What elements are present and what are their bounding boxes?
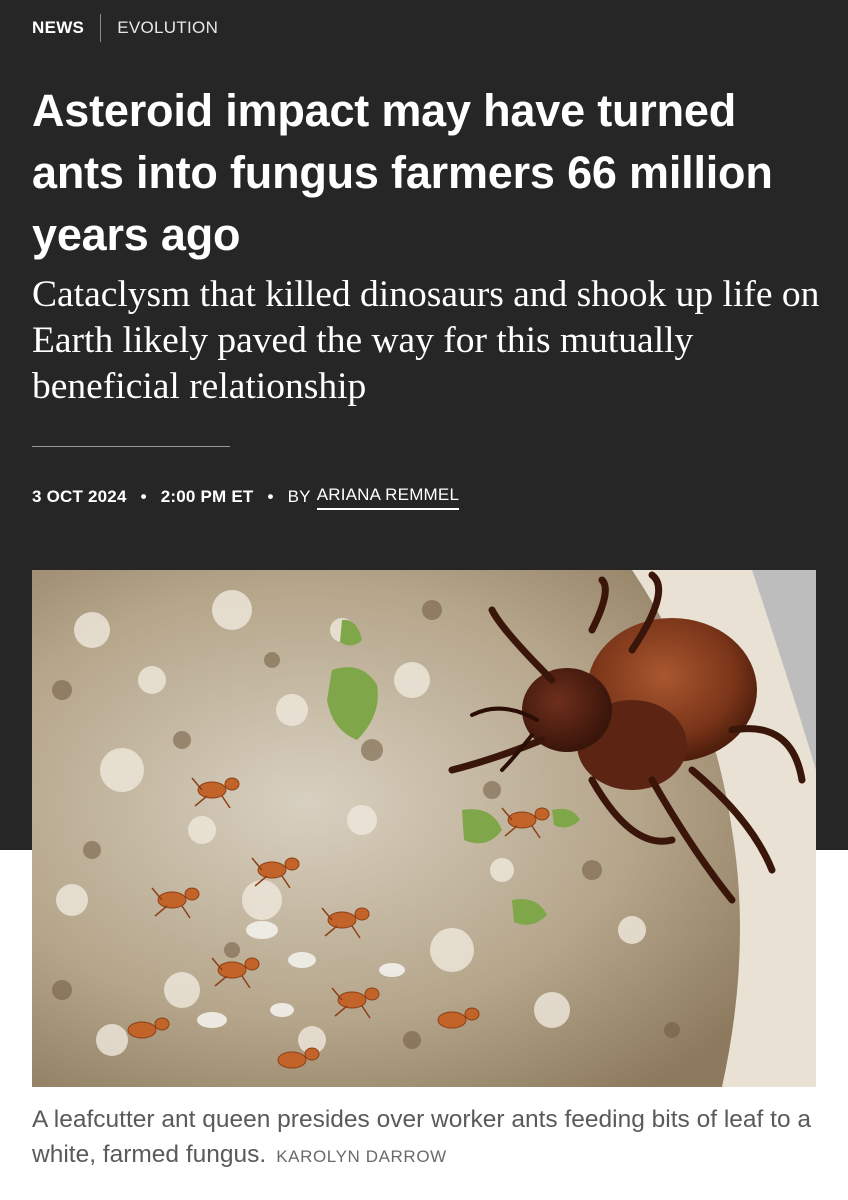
publish-time: 2:00 PM ET <box>160 487 254 506</box>
publish-date: 3 OCT 2024 <box>32 487 127 506</box>
breadcrumb-news-link[interactable]: NEWS <box>32 18 84 38</box>
meta-separator: • <box>140 487 147 506</box>
breadcrumb: NEWS EVOLUTION <box>32 14 218 42</box>
photo-credit: KAROLYN DARROW <box>276 1147 447 1166</box>
header-divider <box>32 446 230 447</box>
byline-prefix: BY <box>287 487 311 506</box>
leafcutter-ants-photo <box>32 570 816 1087</box>
breadcrumb-divider <box>100 14 102 42</box>
article-headline: Asteroid impact may have turned ants int… <box>32 85 773 260</box>
meta-separator: • <box>267 487 274 506</box>
breadcrumb-section-link[interactable]: EVOLUTION <box>117 18 218 38</box>
article-photo <box>32 570 816 1087</box>
article-meta: 3 OCT 2024 • 2:00 PM ET • BY ARIANA REMM… <box>32 484 460 510</box>
article-subheadline: Cataclysm that killed dinosaurs and shoo… <box>32 274 820 407</box>
author-link[interactable]: ARIANA REMMEL <box>316 485 460 510</box>
photo-caption: A leafcutter ant queen presides over wor… <box>32 1102 822 1174</box>
